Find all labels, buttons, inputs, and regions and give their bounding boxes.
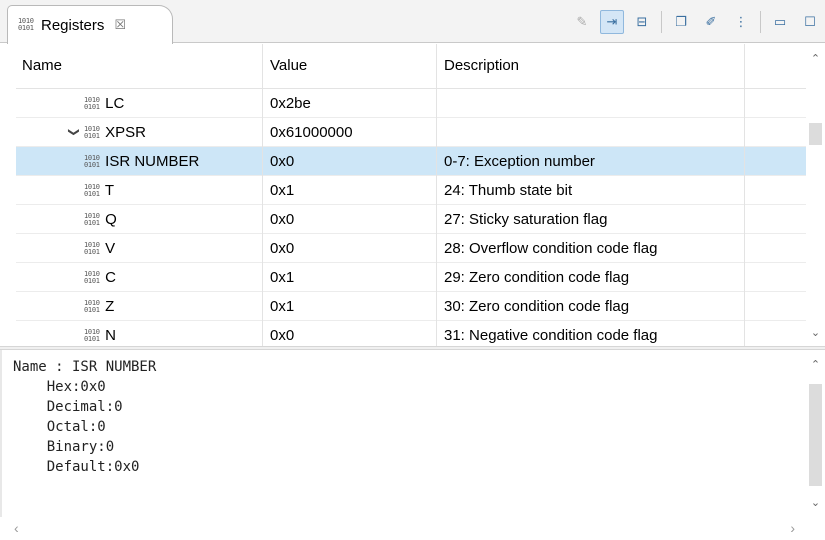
register-row[interactable]: 1010 0101 ISR NUMBER 0x0 0-7: Exception num… <box>16 147 806 176</box>
register-name: XPSR <box>101 124 147 141</box>
view-tab-strip: 1010 0101 Registers ☒ ✎ ⇥ ⊟ ❐ ✐ ⋮ ▭ ☐ <box>0 0 825 44</box>
scrollbar-thumb[interactable] <box>809 123 822 145</box>
register-icon: 1010 0101 <box>84 182 100 198</box>
register-value-cell[interactable]: 0x0 <box>270 205 436 234</box>
clear-icon[interactable]: ✎ <box>570 10 594 34</box>
register-value-cell[interactable]: 0x0 <box>270 147 436 176</box>
register-name-cell: 1010 0101 N <box>16 321 262 347</box>
scroll-up-icon[interactable]: ⌃ <box>806 358 825 371</box>
register-description-cell: 28: Overflow condition code flag <box>444 240 658 257</box>
register-name-cell: 1010 0101 Z <box>16 292 262 321</box>
toolbar-separator <box>661 10 662 33</box>
register-description-cell: 24: Thumb state bit <box>444 182 573 199</box>
register-name: T <box>101 182 115 199</box>
register-icon: 1010 0101 <box>84 269 100 285</box>
register-name-cell: 1010 0101 C <box>16 263 262 292</box>
tab-title: Registers <box>41 16 105 34</box>
column-header-description[interactable]: Description <box>444 57 519 74</box>
register-detail-pane[interactable]: Name : ISR NUMBER Hex:0x0 Decimal:0 Octa… <box>0 350 806 517</box>
register-name-cell: ❯ 1010 0101 XPSR <box>16 118 262 147</box>
scroll-left-icon[interactable]: ‹ <box>14 520 19 536</box>
table-vertical-scrollbar[interactable]: ⌃ ⌄ <box>806 44 825 347</box>
register-icon: 1010 0101 <box>84 153 100 169</box>
scroll-down-icon[interactable]: ⌄ <box>806 326 825 339</box>
new-group-icon[interactable]: ❐ <box>669 10 693 34</box>
register-name-cell: 1010 0101 LC <box>16 89 262 118</box>
detail-horizontal-scrollbar[interactable]: ‹ › <box>0 517 825 540</box>
scrollbar-thumb[interactable] <box>809 384 822 486</box>
register-icon: 1010 0101 <box>84 211 100 227</box>
chevron-down-icon[interactable]: ❯ <box>59 128 88 142</box>
register-description-cell: 31: Negative condition code flag <box>444 327 658 344</box>
register-value-cell[interactable]: 0x0 <box>270 234 436 263</box>
register-description-cell <box>444 89 744 118</box>
register-name: V <box>101 240 116 257</box>
register-name: ISR NUMBER <box>101 153 200 170</box>
register-value-cell[interactable]: 0x61000000 <box>270 118 436 147</box>
register-row[interactable]: 1010 0101 LC 0x2be <box>16 89 806 118</box>
register-name: Z <box>101 298 115 315</box>
detail-vertical-scrollbar[interactable]: ⌃ ⌄ <box>806 350 825 517</box>
view-toolbar: ✎ ⇥ ⊟ ❐ ✐ ⋮ ▭ ☐ <box>567 0 825 43</box>
register-name: Q <box>101 211 117 228</box>
register-value-cell[interactable]: 0x1 <box>270 176 436 205</box>
view-menu-icon[interactable]: ⋮ <box>729 10 753 34</box>
register-description-cell: 29: Zero condition code flag <box>444 269 630 286</box>
detail-text: Name : ISR NUMBER Hex:0x0 Decimal:0 Octa… <box>13 359 157 475</box>
register-table: Name Value Description 1010 0101 LC 0x2be ❯… <box>0 44 825 347</box>
link-with-debug-icon[interactable]: ⇥ <box>600 9 624 34</box>
register-row[interactable]: 1010 0101 C 0x1 29: Zero condition code fla… <box>16 263 806 292</box>
register-row[interactable]: 1010 0101 T 0x1 24: Thumb state bit <box>16 176 806 205</box>
column-divider <box>744 44 745 347</box>
column-divider <box>436 44 437 347</box>
scroll-right-icon[interactable]: › <box>790 520 795 536</box>
register-description-cell: 30: Zero condition code flag <box>444 298 630 315</box>
register-description-cell: 27: Sticky saturation flag <box>444 211 608 228</box>
scroll-up-icon[interactable]: ⌃ <box>806 52 825 65</box>
register-icon: 1010 0101 <box>84 240 100 256</box>
register-name-cell: 1010 0101 V <box>16 234 262 263</box>
column-header-name[interactable]: Name <box>22 57 62 74</box>
column-divider <box>262 44 263 347</box>
register-name: C <box>101 269 116 286</box>
register-value-cell[interactable]: 0x1 <box>270 292 436 321</box>
collapse-all-icon[interactable]: ⊟ <box>630 10 654 34</box>
registers-tab[interactable]: 1010 0101 Registers ☒ <box>7 5 173 44</box>
register-name: N <box>101 327 116 344</box>
edit-group-icon[interactable]: ✐ <box>699 10 723 34</box>
register-row[interactable]: 1010 0101 Z 0x1 30: Zero condition code fla… <box>16 292 806 321</box>
column-header-value[interactable]: Value <box>270 57 307 74</box>
register-name-cell: 1010 0101 Q <box>16 205 262 234</box>
registers-icon: 1010 0101 <box>18 16 34 32</box>
register-name: LC <box>101 95 125 112</box>
scroll-down-icon[interactable]: ⌄ <box>806 496 825 509</box>
register-row[interactable]: 1010 0101 Q 0x0 27: Sticky saturation flag <box>16 205 806 234</box>
register-icon: 1010 0101 <box>84 95 100 111</box>
register-icon: 1010 0101 <box>84 298 100 314</box>
minimize-icon[interactable]: ▭ <box>768 10 792 34</box>
register-row[interactable]: 1010 0101 N 0x0 31: Negative condition code… <box>16 321 806 347</box>
register-value-cell[interactable]: 0x1 <box>270 263 436 292</box>
table-header: Name Value Description <box>16 44 806 89</box>
toolbar-separator <box>760 10 761 33</box>
register-value-cell[interactable]: 0x0 <box>270 321 436 347</box>
close-icon[interactable]: ☒ <box>114 17 126 33</box>
register-description-cell: 0-7: Exception number <box>444 153 595 170</box>
register-name-cell: 1010 0101 ISR NUMBER <box>16 147 262 176</box>
register-row[interactable]: 1010 0101 V 0x0 28: Overflow condition code… <box>16 234 806 263</box>
register-description-cell <box>444 118 744 147</box>
register-name-cell: 1010 0101 T <box>16 176 262 205</box>
register-value-cell[interactable]: 0x2be <box>270 89 436 118</box>
register-icon: 1010 0101 <box>84 327 100 343</box>
maximize-icon[interactable]: ☐ <box>798 10 822 34</box>
register-row[interactable]: ❯ 1010 0101 XPSR 0x61000000 <box>16 118 806 147</box>
